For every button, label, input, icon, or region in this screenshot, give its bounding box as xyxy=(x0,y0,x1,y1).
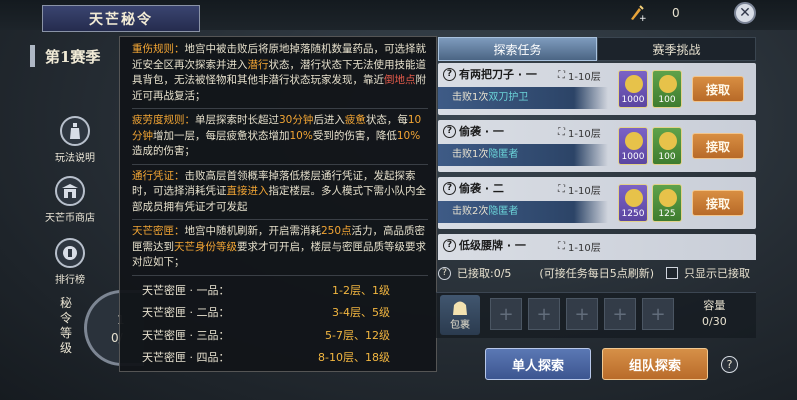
chest-level-row: 天芒密匣 · 二品： 3-4层、5级 xyxy=(142,306,390,319)
capacity-display: 容量 0/30 xyxy=(702,298,727,330)
task-floor-range: 1-10层 xyxy=(568,186,601,197)
task-name: 低级腰牌 · 一 xyxy=(459,239,526,252)
sidebar-item-label: 玩法说明 xyxy=(55,153,95,164)
reward-coin-icon[interactable]: 1250 xyxy=(618,184,648,222)
task-name: 有两把刀子 · 一 xyxy=(459,68,537,81)
help-icon[interactable]: ? xyxy=(721,356,738,373)
rules-tooltip: 重伤规则：地宫中被击败后将原地掉落随机数量药品，可选择就近安全区再次探索并进入潜… xyxy=(119,36,437,372)
inventory-slot[interactable]: + xyxy=(528,298,560,330)
accepted-count: 已接取:0/5 xyxy=(457,267,512,280)
resource-counter: + 0 xyxy=(628,4,680,22)
claim-button[interactable]: 接取 xyxy=(692,76,744,102)
task-info-icon[interactable]: ? xyxy=(443,67,456,81)
floor-icon: ⛶ xyxy=(558,70,565,81)
task-filter-bar: ? 已接取:0/5 (可接任务每日5点刷新) 只显示已接取 xyxy=(438,263,756,283)
capacity-label: 容量 xyxy=(703,299,726,312)
inventory-slot[interactable]: + xyxy=(642,298,674,330)
bag-label: 包裹 xyxy=(450,319,470,331)
task-list[interactable]: ? 有两把刀子 · 一 ⛶ 1-10层 击败1次双刀护卫 1000 100 接取 ?… xyxy=(438,63,756,260)
task-floor-range: 1-10层 xyxy=(568,129,601,140)
season-header: 第1赛季 xyxy=(30,45,100,67)
resource-value: 0 xyxy=(672,6,680,20)
capacity-value: 0/30 xyxy=(702,315,727,328)
season-marker-icon xyxy=(30,45,35,67)
sidebar-item-rules[interactable]: 玩法说明 xyxy=(35,116,115,164)
claim-button[interactable]: 接取 xyxy=(692,190,744,216)
only-accepted-label: 只显示已接取 xyxy=(684,267,751,280)
rule-pass: 通行凭证：击败高层首领概率掉落低楼层通行凭证，发起探索时，可选择消耗凭证直接进入… xyxy=(132,169,426,213)
chest-level-row: 天芒密匣 · 三品： 5-7层、12级 xyxy=(142,328,390,342)
task-tabs: 探索任务 赛季挑战 xyxy=(438,37,756,61)
rule-injury: 重伤规则：地宫中被击败后将原地掉落随机数量药品，可选择就近安全区再次探索并进入潜… xyxy=(132,43,426,102)
solo-explore-button[interactable]: 单人探索 xyxy=(485,348,591,380)
tab-explore-tasks[interactable]: 探索任务 xyxy=(438,37,597,61)
task-floor-range: 1-10层 xyxy=(568,72,601,83)
task-card: ? 有两把刀子 · 一 ⛶ 1-10层 击败1次双刀护卫 1000 100 接取 xyxy=(438,63,756,115)
divider xyxy=(132,163,428,165)
task-card: ? 偷袭 · 二 ⛶ 1-10层 击败2次隐匿者 1250 125 接取 xyxy=(438,177,756,229)
game-screen: { "header": {"title": "天芒秘令", "resource_… xyxy=(0,0,797,400)
bag-button[interactable]: 包裹 xyxy=(440,295,480,335)
refresh-note: (可接任务每日5点刷新) xyxy=(539,267,655,280)
inventory-bar: 包裹 + + + + + 容量 0/30 xyxy=(436,292,756,338)
shop-icon xyxy=(55,176,85,206)
reward-coin-icon[interactable]: 1000 xyxy=(618,70,648,108)
chest-level-row: 天芒密匣 · 一品： 1-2层、1级 xyxy=(142,283,390,297)
task-description: 击败1次双刀护卫 xyxy=(438,87,608,109)
reward-exp-icon[interactable]: 125 xyxy=(652,184,682,222)
task-description: 击败1次隐匿者 xyxy=(438,144,608,166)
task-info-icon[interactable]: ? xyxy=(443,181,456,195)
sidebar-item-shop[interactable]: 天芒币商店 xyxy=(30,176,110,224)
task-card: ? 低级腰牌 · 一 ⛶ 1-10层 xyxy=(438,234,756,260)
floor-icon: ⛶ xyxy=(558,127,565,138)
sidebar-item-label: 排行榜 xyxy=(55,275,85,286)
chest-level-row: 天芒密匣 · 四品： 8-10层、18级 xyxy=(142,351,390,364)
rule-fatigue: 疲劳度规则：单层探索时长超过30分钟后进入疲惫状态，每10分钟增加一层，每层疲惫… xyxy=(132,114,422,157)
close-button[interactable]: ✕ xyxy=(734,2,756,24)
help-icon[interactable]: ? xyxy=(438,266,451,280)
reward-exp-icon[interactable]: 100 xyxy=(652,127,682,165)
brush-add-icon[interactable]: + xyxy=(628,4,646,22)
ranking-icon xyxy=(55,238,85,268)
rank-level-label: 秘令等级 xyxy=(59,296,72,355)
rule-chest: 天芒密匣：地宫中随机刷新，开启需消耗250点活力，高品质密匣需达到天芒身份等级要… xyxy=(132,225,426,268)
close-icon: ✕ xyxy=(739,5,751,21)
task-info-icon[interactable]: ? xyxy=(443,124,456,138)
divider xyxy=(132,219,428,220)
inventory-slot[interactable]: + xyxy=(604,298,636,330)
task-name: 偷袭 · 一 xyxy=(459,125,504,138)
sidebar-item-label: 天芒币商店 xyxy=(45,213,95,224)
bottle-icon xyxy=(60,116,90,146)
divider xyxy=(132,108,428,109)
season-label: 第1赛季 xyxy=(45,47,101,66)
floor-icon: ⛶ xyxy=(558,184,565,195)
divider xyxy=(132,274,428,276)
page-title: 天芒秘令 xyxy=(42,5,200,32)
only-accepted-checkbox[interactable] xyxy=(666,267,679,279)
task-floor-range: 1-10层 xyxy=(568,243,601,254)
task-name: 偷袭 · 二 xyxy=(459,182,504,195)
reward-exp-icon[interactable]: 100 xyxy=(652,70,682,108)
sidebar-item-ranking[interactable]: 排行榜 xyxy=(30,238,110,286)
task-description: 击败2次隐匿者 xyxy=(438,201,608,223)
reward-coin-icon[interactable]: 1000 xyxy=(618,127,648,165)
inventory-slot[interactable]: + xyxy=(566,298,598,330)
team-explore-button[interactable]: 组队探索 xyxy=(602,348,708,380)
task-card: ? 偷袭 · 一 ⛶ 1-10层 击败1次隐匿者 1000 100 接取 xyxy=(438,120,756,172)
bag-icon xyxy=(453,301,467,315)
floor-icon: ⛶ xyxy=(558,241,565,252)
tab-season-challenge[interactable]: 赛季挑战 xyxy=(597,37,756,61)
svg-text:+: + xyxy=(639,14,646,22)
task-info-icon[interactable]: ? xyxy=(443,238,456,252)
claim-button[interactable]: 接取 xyxy=(692,133,744,159)
inventory-slot[interactable]: + xyxy=(490,298,522,330)
